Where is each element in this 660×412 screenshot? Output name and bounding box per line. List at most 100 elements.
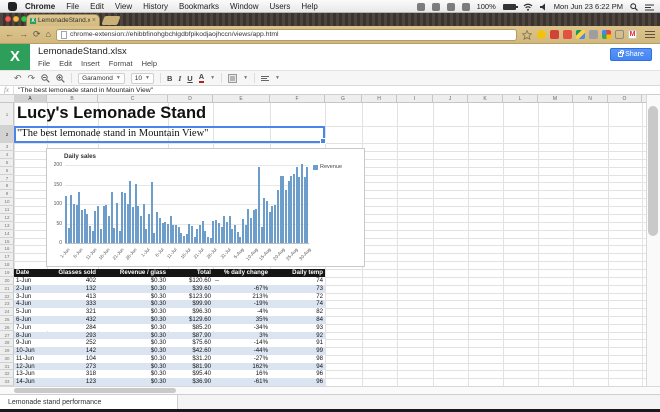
yellow-extension-icon[interactable] — [537, 30, 546, 39]
app-menu-edit[interactable]: Edit — [59, 59, 72, 68]
document-title[interactable]: LemonadeStand.xlsx — [38, 46, 127, 57]
table-cell[interactable]: $0.30 — [98, 339, 168, 347]
table-cell[interactable]: $0.30 — [98, 316, 168, 324]
table-row[interactable]: 5-Jun 321 $0.30 $96.30 -4% 82 — [14, 308, 325, 316]
menu-bar-clock[interactable]: Mon Jun 23 6:22 PM — [554, 2, 623, 11]
table-cell[interactable]: 4-Jun — [14, 300, 47, 308]
table-cell[interactable]: 74 — [270, 277, 325, 285]
table-cell[interactable]: $96.30 — [168, 308, 213, 316]
vertical-scrollbar-thumb[interactable] — [648, 106, 658, 236]
fill-color-icon[interactable] — [228, 73, 238, 83]
orange-extension-icon[interactable] — [563, 30, 572, 39]
table-row[interactable]: 12-Jun 273 $0.30 $81.90 162% 94 — [14, 362, 325, 371]
home-button[interactable]: ⌂ — [46, 30, 51, 39]
row-header-8[interactable]: 8 — [0, 182, 14, 191]
column-header-H[interactable]: H — [362, 95, 397, 103]
align-icon[interactable] — [261, 75, 270, 81]
formula-bar[interactable]: fx "The best lemonade stand in Mountain … — [0, 86, 660, 95]
macos-menu-users[interactable]: Users — [269, 2, 290, 11]
table-cell[interactable]: $129.60 — [168, 316, 213, 324]
italic-button[interactable]: I — [178, 74, 181, 83]
back-button[interactable]: ← — [5, 30, 14, 39]
table-cell[interactable]: 333 — [47, 300, 98, 308]
column-header-M[interactable]: M — [538, 95, 573, 103]
table-cell[interactable]: $31.20 — [168, 355, 213, 363]
table-cell[interactable]: $0.30 — [98, 363, 168, 371]
row-header-14[interactable]: 14 — [0, 230, 14, 238]
table-cell[interactable]: 252 — [47, 339, 98, 347]
row-header-32[interactable]: 32 — [0, 370, 14, 379]
table-cell[interactable]: 92 — [270, 332, 325, 340]
table-cell[interactable]: $0.30 — [98, 285, 168, 293]
table-cell[interactable]: 99 — [270, 347, 325, 355]
app-menu-help[interactable]: Help — [142, 59, 157, 68]
table-cell[interactable]: 96 — [270, 370, 325, 378]
bluetooth-icon[interactable] — [461, 2, 470, 11]
table-cell[interactable]: 402 — [47, 277, 98, 285]
undo-button[interactable]: ↶ — [14, 73, 22, 83]
column-header-A[interactable]: A — [14, 95, 47, 103]
table-cell[interactable]: 123 — [47, 378, 98, 386]
column-header-E[interactable]: E — [213, 95, 270, 103]
row-header-11[interactable]: 11 — [0, 206, 14, 214]
row-header-15[interactable]: 15 — [0, 238, 14, 246]
table-cell[interactable]: 16% — [213, 370, 270, 378]
table-cell[interactable]: 14-Jun — [14, 378, 47, 386]
wifi-icon[interactable] — [523, 3, 533, 11]
table-cell[interactable]: 13-Jun — [14, 370, 47, 378]
macos-menu-file[interactable]: File — [66, 2, 79, 11]
table-cell[interactable]: 5-Jun — [14, 308, 47, 316]
table-cell[interactable]: $123.90 — [168, 293, 213, 301]
table-cell[interactable]: 2-Jun — [14, 285, 47, 293]
frame-extension-icon[interactable] — [615, 30, 624, 39]
spotlight-search-icon[interactable] — [630, 2, 638, 11]
text-color-button[interactable]: A — [198, 73, 205, 83]
table-row[interactable]: 4-Jun 333 $0.30 $99.90 -19% 74 — [14, 300, 325, 309]
row-header-21[interactable]: 21 — [0, 285, 14, 293]
table-row[interactable]: 8-Jun 293 $0.30 $87.90 3% 92 — [14, 331, 325, 340]
row-header-16[interactable]: 16 — [0, 245, 14, 254]
table-cell[interactable]: 162% — [213, 363, 270, 371]
browser-tab[interactable]: X LemonadeStand.xlsx × — [26, 14, 100, 26]
table-cell[interactable]: -67% — [213, 285, 270, 293]
battery-icon[interactable] — [502, 3, 518, 10]
table-cell[interactable]: $75.60 — [168, 339, 213, 347]
column-header-F[interactable]: F — [270, 95, 325, 103]
new-tab-button[interactable] — [101, 16, 121, 25]
table-cell[interactable]: $0.30 — [98, 332, 168, 340]
table-row[interactable]: 14-Jun 123 $0.30 $36.90 -61% 96 — [14, 378, 325, 386]
table-cell[interactable]: $0.30 — [98, 355, 168, 363]
row-header-23[interactable]: 23 — [0, 300, 14, 309]
row-header-4[interactable]: 4 — [0, 151, 14, 159]
macos-menu-edit[interactable]: Edit — [90, 2, 104, 11]
row-header-25[interactable]: 25 — [0, 316, 14, 324]
row-header-12[interactable]: 12 — [0, 214, 14, 222]
table-cell[interactable]: $0.30 — [98, 308, 168, 316]
table-cell[interactable]: 12-Jun — [14, 363, 47, 371]
table-cell[interactable]: -44% — [213, 347, 270, 355]
table-cell[interactable]: 98 — [270, 355, 325, 363]
table-row[interactable]: 6-Jun 432 $0.30 $129.60 35% 84 — [14, 315, 325, 324]
minimize-window-button[interactable] — [13, 16, 19, 22]
row-header-19[interactable]: 19 — [0, 269, 14, 277]
column-header-I[interactable]: I — [397, 95, 433, 103]
table-cell[interactable]: 10-Jun — [14, 347, 47, 355]
forward-button[interactable]: → — [19, 30, 28, 39]
row-header-20[interactable]: 20 — [0, 277, 14, 285]
drive-extension-icon[interactable] — [576, 30, 585, 39]
table-cell[interactable]: 94 — [270, 363, 325, 371]
table-cell[interactable]: $36.90 — [168, 378, 213, 386]
table-cell[interactable]: -19% — [213, 300, 270, 308]
table-cell[interactable]: 11-Jun — [14, 355, 47, 363]
column-header-L[interactable]: L — [503, 95, 538, 103]
row-header-30[interactable]: 30 — [0, 355, 14, 363]
row-header-24[interactable]: 24 — [0, 308, 14, 316]
status-icon-1[interactable] — [416, 2, 425, 11]
underline-button[interactable]: U — [187, 74, 192, 83]
row-header-29[interactable]: 29 — [0, 347, 14, 355]
status-icon-3[interactable] — [446, 2, 455, 11]
row-header-31[interactable]: 31 — [0, 363, 14, 371]
share-button[interactable]: Share — [610, 48, 652, 61]
table-cell[interactable]: $99.90 — [168, 300, 213, 308]
table-cell[interactable]: 96 — [270, 378, 325, 386]
